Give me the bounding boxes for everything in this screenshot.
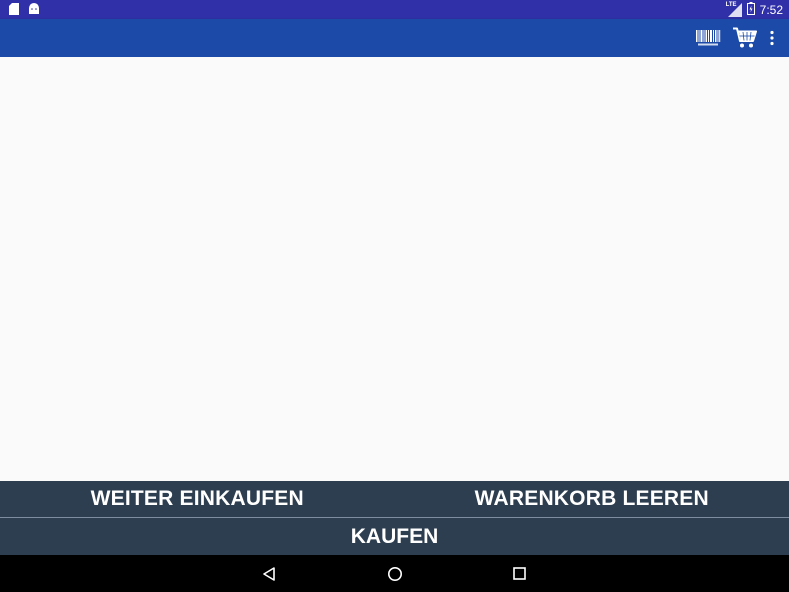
- app-toolbar: [0, 19, 789, 57]
- android-icon: [28, 3, 40, 18]
- buy-button[interactable]: KAUFEN: [0, 518, 789, 555]
- signal-icon: LTE: [725, 2, 742, 17]
- recents-icon[interactable]: [499, 555, 539, 592]
- continue-shopping-button[interactable]: WEITER EINKAUFEN: [0, 481, 395, 517]
- back-icon[interactable]: [249, 555, 289, 592]
- network-type-label: LTE: [725, 2, 737, 8]
- empty-cart-button[interactable]: WARENKORB LEEREN: [395, 481, 789, 517]
- cart-item-list: [0, 57, 789, 481]
- status-bar: LTE 7:52: [0, 0, 789, 19]
- barcode-scan-icon[interactable]: [695, 29, 721, 47]
- sd-card-icon: [9, 3, 19, 18]
- buy-label: KAUFEN: [350, 524, 439, 548]
- system-navigation-bar: [0, 555, 789, 592]
- cart-action-row: WEITER EINKAUFEN WARENKORB LEEREN: [0, 481, 789, 517]
- shopping-cart-icon[interactable]: [733, 27, 757, 49]
- battery-icon: [746, 2, 755, 18]
- continue-shopping-label: WEITER EINKAUFEN: [90, 487, 304, 510]
- more-vert-icon[interactable]: [769, 30, 775, 46]
- status-time: 7:52: [759, 2, 783, 17]
- home-icon[interactable]: [375, 555, 415, 592]
- empty-cart-label: WARENKORB LEEREN: [474, 487, 709, 510]
